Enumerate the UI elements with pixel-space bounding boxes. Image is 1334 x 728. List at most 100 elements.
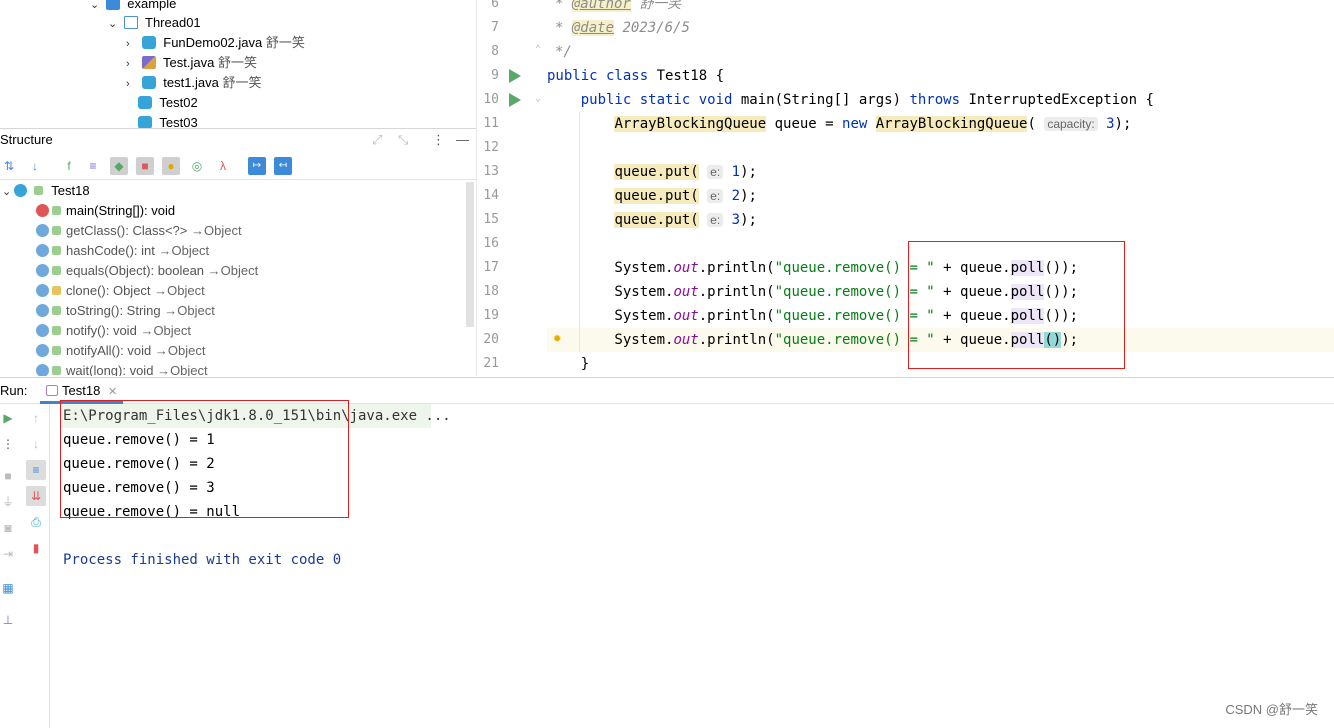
line-number: 15	[483, 212, 499, 227]
line-number: 10	[483, 92, 499, 107]
expand-all-icon[interactable]: ⤢	[372, 129, 382, 151]
structure-member[interactable]: equals(Object): boolean →Object	[36, 261, 258, 281]
watermark: CSDN @舒一笑	[1225, 702, 1318, 717]
code-line-6: * @author 舒一笑	[555, 0, 681, 16]
stop-icon[interactable]: ■	[0, 468, 16, 484]
structure-member[interactable]: getClass(): Class<?> →Object	[36, 221, 242, 241]
structure-member[interactable]: wait(long): void →Object	[36, 361, 208, 376]
print-icon[interactable]: ⎙	[28, 514, 44, 530]
autoscroll-from-source-icon[interactable]: ↤	[274, 157, 292, 175]
minimize-icon[interactable]: —	[456, 129, 469, 151]
run-label: Run:	[0, 383, 28, 398]
pin-icon[interactable]: ⊥	[0, 612, 16, 628]
module-icon	[105, 0, 120, 10]
protected-icon	[52, 286, 61, 295]
line-number: 11	[483, 116, 499, 131]
java-class-icon	[138, 96, 152, 109]
structure-toolbar: ⇅ ↓ f ≡ ◆ ■ ● ◎ λ ↦ ↤	[0, 152, 476, 180]
java-class-icon	[141, 76, 156, 89]
method-icon	[36, 364, 49, 376]
public-icon	[52, 306, 61, 315]
sort-by-type-icon[interactable]: ⇅	[0, 157, 18, 175]
tree-item-test03[interactable]: Test03	[138, 113, 198, 128]
method-icon	[36, 224, 49, 237]
structure-scrollbar[interactable]	[466, 182, 474, 327]
line-number: 21	[483, 356, 499, 371]
chevron-right-icon[interactable]: ›	[126, 54, 138, 74]
trash-icon[interactable]: ▮	[28, 540, 44, 556]
class-icon	[14, 184, 28, 197]
public-icon	[52, 266, 61, 275]
line-number: 16	[483, 236, 499, 251]
scroll-to-end-icon[interactable]: ⇊	[26, 486, 46, 506]
structure-member[interactable]: toString(): String →Object	[36, 301, 215, 321]
structure-member[interactable]: notify(): void →Object	[36, 321, 191, 341]
collapse-all-icon[interactable]: ⤡	[398, 129, 408, 151]
public-icon	[33, 186, 43, 195]
code-editor[interactable]: 6 7 8 9 10 11 12 13 14 15 16 17 18 19 20…	[476, 0, 1334, 376]
method-icon	[36, 264, 49, 277]
structure-member[interactable]: notifyAll(): void →Object	[36, 341, 205, 361]
run-method-icon[interactable]	[509, 93, 521, 107]
lambda-icon[interactable]: λ	[214, 157, 232, 175]
method-icon	[36, 344, 49, 357]
plug-icon[interactable]: ⏚	[0, 494, 16, 510]
code-line-9: public class Test18 {	[547, 68, 725, 84]
public-icon	[52, 206, 61, 215]
structure-root-test18[interactable]: ⌄ Test18	[2, 181, 90, 201]
arrow-up-icon[interactable]: ↑	[28, 410, 44, 426]
structure-panel-header: Structure ⤢ ⤡ ⋮ —	[0, 128, 476, 150]
fold-icon[interactable]: ⌄	[535, 93, 541, 104]
show-anonymous-icon[interactable]: ●	[162, 157, 180, 175]
folder-icon	[123, 16, 138, 29]
line-number: 12	[483, 140, 499, 155]
line-number: 13	[483, 164, 499, 179]
public-icon	[52, 346, 61, 355]
console-exit-line: Process finished with exit code 0	[63, 552, 342, 568]
public-icon	[52, 226, 61, 235]
java-file-icon	[141, 56, 156, 69]
structure-member[interactable]: main(String[]): void	[36, 201, 175, 221]
public-icon	[52, 366, 61, 375]
tree-item-test1-java[interactable]: › test1.java 舒一笑	[126, 73, 262, 93]
run-class-icon[interactable]	[509, 69, 521, 83]
structure-member[interactable]: clone(): Object →Object	[36, 281, 205, 301]
tree-item-fundemo02[interactable]: › FunDemo02.java 舒一笑	[126, 33, 305, 53]
line-number: 7	[491, 20, 499, 35]
fold-icon[interactable]: ⌃	[535, 44, 541, 55]
show-fields-icon[interactable]: f	[60, 157, 78, 175]
code-line-8: */	[555, 44, 572, 60]
chevron-right-icon[interactable]: ›	[126, 34, 138, 54]
run-toolbar: ▶ ⋮ ■ ⏚ ◙ ⇥ ▦ ⊥ ↑ ↓ ≡ ⇊ ⎙ ▮	[0, 404, 50, 728]
chevron-down-icon[interactable]: ⌄	[2, 186, 14, 198]
rerun-icon[interactable]: ▶	[0, 410, 16, 426]
close-icon[interactable]: ✕	[108, 386, 117, 398]
tree-item-test02[interactable]: Test02	[138, 93, 198, 113]
more-options-icon[interactable]: ⋮	[432, 129, 445, 151]
line-number: 6	[491, 0, 499, 11]
camera-icon[interactable]: ◙	[0, 520, 16, 536]
soft-wrap-icon[interactable]: ≡	[26, 460, 46, 480]
tree-item-test-java[interactable]: › Test.java 舒一笑	[126, 53, 257, 73]
tree-item-example[interactable]: ⌄ example	[90, 0, 176, 14]
chevron-down-icon[interactable]: ⌄	[90, 0, 102, 15]
chevron-down-icon[interactable]: ⌄	[108, 14, 120, 34]
indent-guide	[579, 112, 580, 352]
show-inherited-icon[interactable]: ◆	[110, 157, 128, 175]
code-line-21: }	[547, 356, 590, 372]
show-non-public-icon[interactable]: ■	[136, 157, 154, 175]
autoscroll-to-source-icon[interactable]: ↦	[248, 157, 266, 175]
more-options-icon[interactable]: ⋮	[0, 436, 16, 452]
structure-member[interactable]: hashCode(): int →Object	[36, 241, 209, 261]
chevron-right-icon[interactable]: ›	[126, 74, 138, 94]
line-number: 20	[483, 332, 499, 347]
run-config-icon	[46, 385, 58, 396]
java-class-icon	[138, 116, 152, 128]
layout-icon[interactable]: ▦	[0, 580, 16, 596]
show-properties-icon[interactable]: ≡	[84, 157, 102, 175]
arrow-down-icon[interactable]: ↓	[28, 436, 44, 452]
exit-icon[interactable]: ⇥	[0, 546, 16, 562]
show-lambdas-icon[interactable]: ◎	[188, 157, 206, 175]
sort-alphabetically-icon[interactable]: ↓	[26, 157, 44, 175]
tree-item-thread01[interactable]: ⌄ Thread01	[108, 13, 201, 33]
